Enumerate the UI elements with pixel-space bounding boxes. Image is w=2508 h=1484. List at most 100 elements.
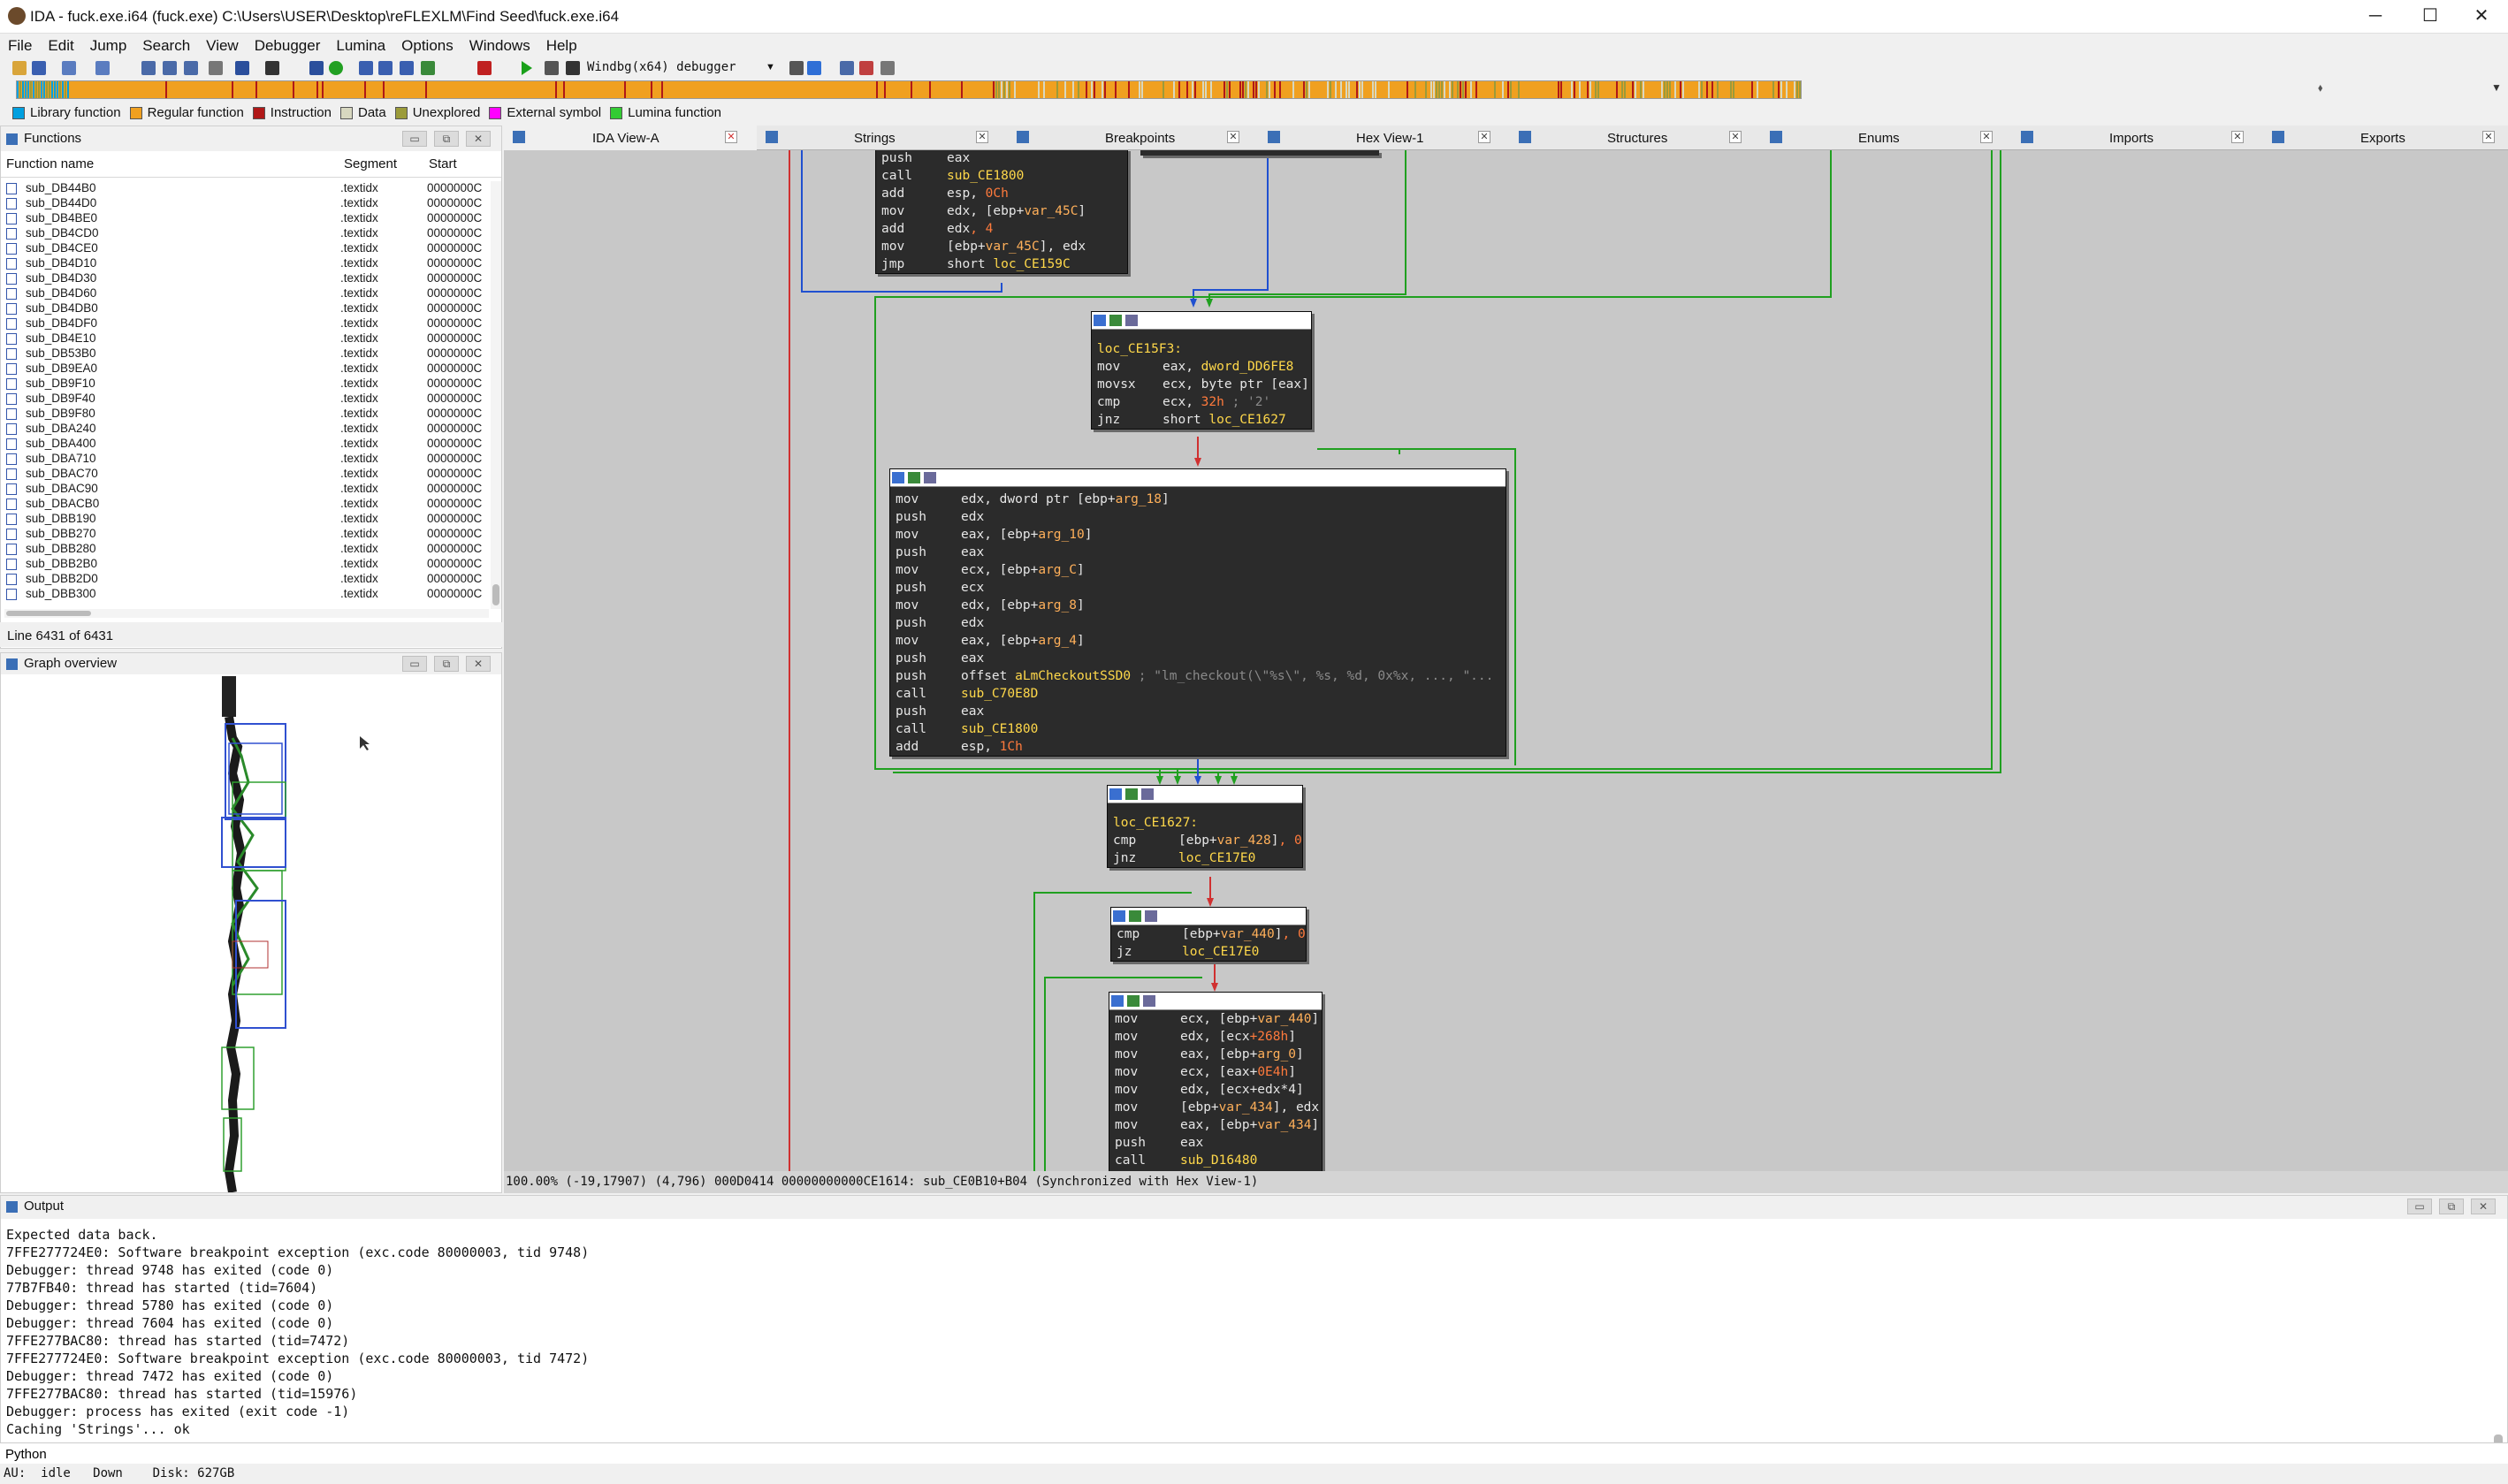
function-row[interactable]: sub_DB4D30 .textidx 0000000C	[1, 271, 501, 286]
function-row[interactable]: sub_DBACB0 .textidx 0000000C	[1, 497, 501, 512]
tab-close-icon[interactable]: ✕	[1980, 131, 1993, 143]
asm-line[interactable]: mov eax, [ebp+arg_0]	[1109, 1046, 1322, 1063]
asm-line[interactable]: jz loc_CE17E0	[1111, 943, 1306, 961]
view-icon[interactable]	[141, 61, 156, 75]
tab-hex-view-1[interactable]: Hex View-1 ✕	[1259, 126, 1510, 150]
function-row[interactable]: sub_DBA710 .textidx 0000000C	[1, 452, 501, 467]
asm-line[interactable]: mov edx, [ebp+var_45C]	[876, 202, 1127, 220]
function-row[interactable]: sub_DB4DF0 .textidx 0000000C	[1, 316, 501, 331]
functions-hscrollbar[interactable]	[4, 609, 489, 618]
asm-line[interactable]: call sub_C70E8D	[890, 685, 1506, 703]
code-block-loc-ce1627[interactable]: loc_CE1627: cmp [ebp+var_428], 0 jnz loc_CE…	[1107, 785, 1303, 868]
asm-line[interactable]: push eax	[890, 544, 1506, 561]
python-input-bar[interactable]: Python	[0, 1442, 2508, 1464]
asm-line[interactable]: mov eax, dword_DD6FE8	[1092, 358, 1311, 376]
menu-edit[interactable]: Edit	[40, 34, 81, 58]
panel-close-button[interactable]: ✕	[466, 131, 491, 147]
col-function-name[interactable]: Function name	[6, 156, 94, 171]
menu-windows[interactable]: Windows	[461, 34, 538, 58]
asm-line[interactable]: call sub_D16480	[1109, 1152, 1322, 1169]
navigation-band[interactable]	[16, 80, 1802, 99]
run-icon[interactable]	[522, 61, 532, 75]
function-row[interactable]: sub_DB53B0 .textidx 0000000C	[1, 346, 501, 361]
menu-options[interactable]: Options	[393, 34, 461, 58]
enum-icon[interactable]	[378, 61, 393, 75]
functions-scroll-thumb[interactable]	[492, 584, 499, 605]
asm-line[interactable]: jnz loc_CE17E0	[1108, 849, 1302, 867]
trace-icon-2[interactable]	[859, 61, 873, 75]
breakpoint-icon[interactable]	[477, 61, 492, 75]
asm-line[interactable]: mov [ebp+var_45C], edx	[876, 238, 1127, 255]
pause-icon[interactable]	[545, 61, 559, 75]
menu-jump[interactable]: Jump	[82, 34, 135, 58]
function-row[interactable]: sub_DBB2B0 .textidx 0000000C	[1, 557, 501, 572]
functions-hscroll-thumb[interactable]	[6, 611, 91, 616]
asm-line[interactable]: push edx	[890, 614, 1506, 632]
menu-lumina[interactable]: Lumina	[328, 34, 393, 58]
tab-close-icon[interactable]: ✕	[2231, 131, 2244, 143]
debugger-select[interactable]: Windbg(x64) debugger	[583, 59, 774, 77]
function-row[interactable]: sub_DB4DB0 .textidx 0000000C	[1, 301, 501, 316]
graph-block-partial[interactable]	[1140, 150, 1379, 156]
asm-line[interactable]: mov [ebp+var_434], edx	[1109, 1099, 1322, 1116]
code-block-lm-checkout[interactable]: mov edx, dword ptr [ebp+arg_18] push edx mov…	[889, 468, 1506, 757]
tab-close-icon[interactable]: ✕	[2482, 131, 2495, 143]
code-icon[interactable]	[235, 61, 249, 75]
back-icon[interactable]	[62, 61, 76, 75]
tab-exports[interactable]: Exports ✕	[2263, 126, 2508, 150]
function-row[interactable]: sub_DB4E10 .textidx 0000000C	[1, 331, 501, 346]
forward-icon[interactable]	[95, 61, 110, 75]
graph-icon[interactable]	[309, 61, 324, 75]
tab-close-icon[interactable]: ✕	[1729, 131, 1742, 143]
asm-line[interactable]: call sub_CE1800	[876, 167, 1127, 185]
menu-search[interactable]: Search	[134, 34, 198, 58]
asm-line[interactable]: cmp ecx, 32h ; '2'	[1092, 393, 1311, 411]
overview-close-button[interactable]: ✕	[466, 656, 491, 672]
asm-line[interactable]: mov eax, [ebp+var_434]	[1109, 1116, 1322, 1134]
menu-file[interactable]: File	[0, 34, 40, 58]
segment-icon[interactable]	[400, 61, 414, 75]
tab-breakpoints[interactable]: Breakpoints ✕	[1008, 126, 1259, 150]
asm-line[interactable]: jmp short loc_CE159C	[876, 255, 1127, 273]
view-icon-3[interactable]	[184, 61, 198, 75]
asm-line[interactable]: push offset aLmCheckoutSSD0 ; "lm_checkou…	[890, 667, 1506, 685]
function-row[interactable]: sub_DB9F10 .textidx 0000000C	[1, 377, 501, 392]
open-icon[interactable]	[12, 61, 27, 75]
tab-close-icon[interactable]: ✕	[1227, 131, 1239, 143]
tab-close-icon[interactable]: ✕	[1478, 131, 1490, 143]
asm-line[interactable]: mov eax, [ebp+arg_10]	[890, 526, 1506, 544]
function-row[interactable]: sub_DBAC90 .textidx 0000000C	[1, 482, 501, 497]
panel-restore-button[interactable]: ▭	[402, 131, 427, 147]
functions-scrollbar[interactable]	[491, 181, 501, 609]
code-block-1[interactable]: push eax call sub_CE1800 add esp, 0Ch mov edx, …	[875, 150, 1128, 274]
asm-line[interactable]: push eax	[876, 150, 1127, 167]
code-block-call-d16480[interactable]: mov ecx, [ebp+var_440] mov edx, [ecx+268h] m…	[1109, 992, 1323, 1171]
debug-icon-2[interactable]	[807, 61, 821, 75]
save-icon[interactable]	[32, 61, 46, 75]
struct-icon[interactable]	[359, 61, 373, 75]
minimize-button[interactable]: ─	[2348, 0, 2403, 34]
asm-line[interactable]: cmp [ebp+var_428], 0	[1108, 832, 1302, 849]
asm-line[interactable]: add esp, 0Ch	[876, 185, 1127, 202]
chevron-down-icon[interactable]: ▼	[766, 62, 775, 72]
tab-enums[interactable]: Enums ✕	[1761, 126, 2012, 150]
function-row[interactable]: sub_DB4CE0 .textidx 0000000C	[1, 241, 501, 256]
function-row[interactable]: sub_DBB190 .textidx 0000000C	[1, 512, 501, 527]
tab-strings[interactable]: Strings ✕	[757, 126, 1008, 150]
asm-line[interactable]: push eax	[890, 650, 1506, 667]
asm-line[interactable]: movsx ecx, byte ptr [eax]	[1092, 376, 1311, 393]
graph-overview-canvas[interactable]	[1, 676, 501, 1192]
panel-float-button[interactable]: ⧉	[434, 131, 459, 147]
code-block-loc-ce15f3[interactable]: loc_CE15F3: mov eax, dword_DD6FE8 movsx ecx…	[1091, 311, 1312, 430]
trace-icon[interactable]	[840, 61, 854, 75]
function-row[interactable]: sub_DB44D0 .textidx 0000000C	[1, 196, 501, 211]
asm-line[interactable]: mov edx, [ecx+edx*4]	[1109, 1081, 1322, 1099]
navigation-band-dropdown-icon[interactable]: ▼	[2491, 81, 2502, 94]
asm-line[interactable]: push ecx	[890, 579, 1506, 597]
function-row[interactable]: sub_DB4CD0 .textidx 0000000C	[1, 226, 501, 241]
function-row[interactable]: sub_DBB280 .textidx 0000000C	[1, 542, 501, 557]
close-window-button[interactable]: ✕	[2454, 0, 2508, 34]
asm-line[interactable]: mov ecx, [eax+0E4h]	[1109, 1063, 1322, 1081]
output-log[interactable]: Expected data back. 7FFE277724E0: Softwa…	[6, 1226, 589, 1438]
function-row[interactable]: sub_DB4BE0 .textidx 0000000C	[1, 211, 501, 226]
